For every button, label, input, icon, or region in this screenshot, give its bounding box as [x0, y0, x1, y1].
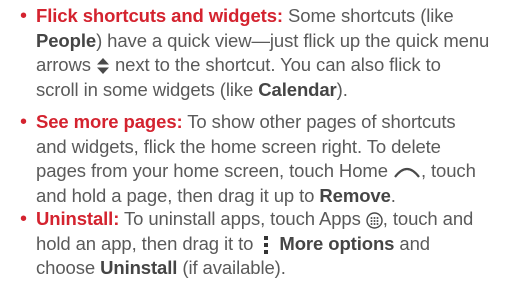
- people-label: People: [36, 29, 97, 51]
- apps-icon: [366, 211, 383, 229]
- text-line: hold an app, then drag it to More option…: [36, 232, 430, 254]
- home-icon: [394, 168, 420, 178]
- text-line: and widgets, flick the home screen right…: [36, 135, 441, 157]
- text-line: arrows next to the shortcut. You can als…: [36, 54, 441, 75]
- text-line: Uninstall: To uninstall apps, touch Apps…: [36, 208, 474, 229]
- text-line: choose Uninstall (if available).: [36, 257, 286, 278]
- more-options-icon: [264, 235, 269, 254]
- bullet-icon: •: [20, 208, 28, 230]
- item-term: Uninstall:: [36, 208, 120, 229]
- item-term: See more pages:: [36, 111, 183, 132]
- text-line: People) have a quick view—just flick up …: [36, 29, 490, 51]
- item-term: Flick shortcuts and widgets:: [36, 5, 283, 26]
- uninstall-label: Uninstall: [100, 257, 178, 278]
- text-line: See more pages: To show other pages of s…: [36, 111, 456, 132]
- remove-label: Remove: [319, 184, 391, 206]
- bullet-icon: •: [20, 111, 28, 133]
- quick-menu-arrows-icon: [96, 58, 109, 75]
- more-options-label: More options: [279, 232, 395, 254]
- text-line: pages from your home screen, touch Home …: [36, 160, 476, 181]
- text-line: Flick shortcuts and widgets: Some shortc…: [36, 5, 454, 26]
- document-page: • Flick shortcuts and widgets: Some shor…: [0, 0, 516, 279]
- calendar-label: Calendar: [258, 78, 337, 100]
- text-line: scroll in some widgets (like Calendar).: [36, 78, 348, 100]
- bullet-icon: •: [20, 5, 28, 27]
- text-line: and hold a page, then drag it up to Remo…: [36, 184, 396, 206]
